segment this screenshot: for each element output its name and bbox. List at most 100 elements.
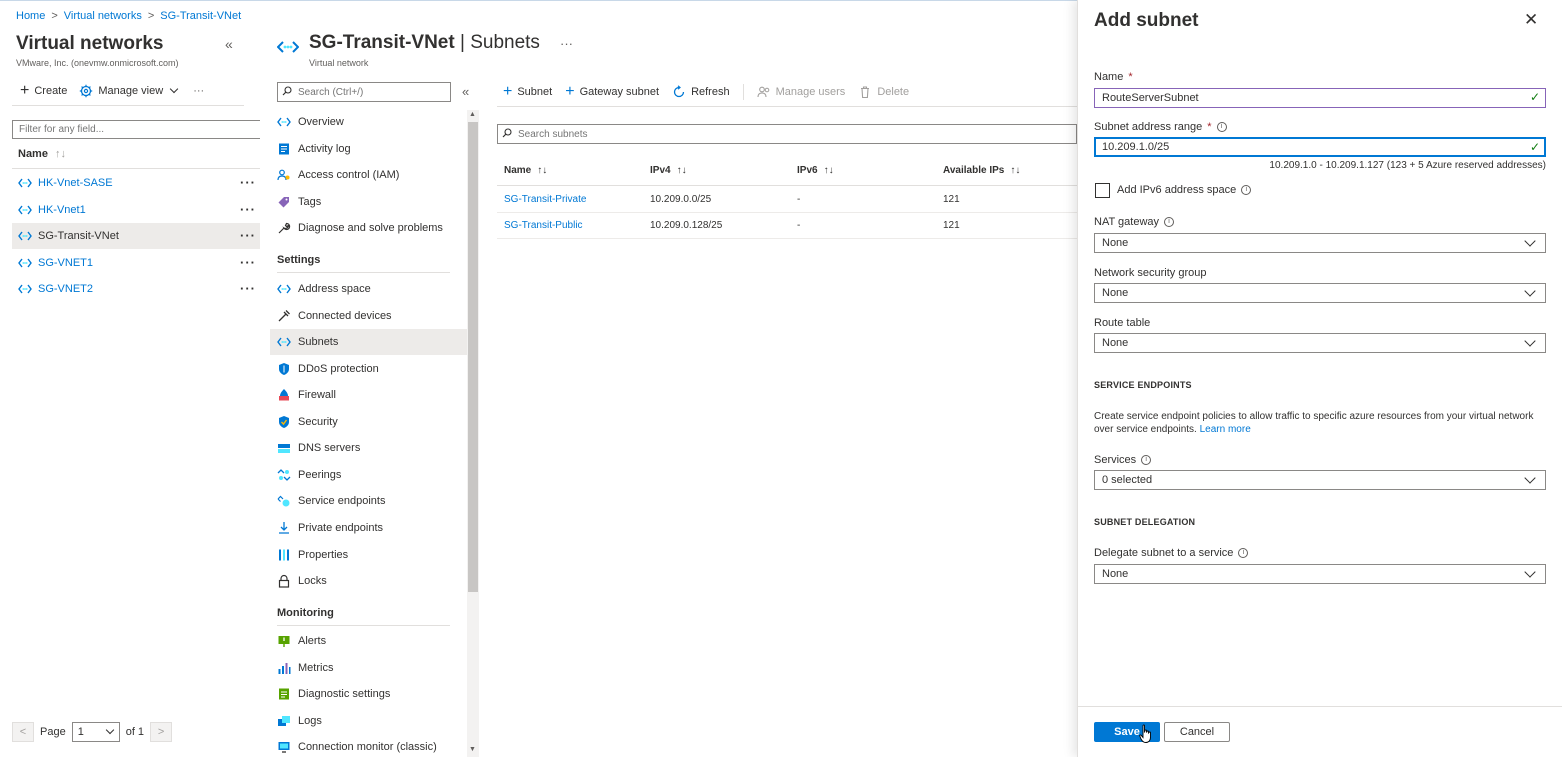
more-options-icon[interactable]: ··· bbox=[240, 281, 256, 296]
info-icon[interactable]: i bbox=[1238, 548, 1249, 558]
create-button[interactable]: + Create bbox=[20, 83, 67, 99]
more-icon[interactable]: ··· bbox=[560, 36, 573, 51]
info-icon[interactable]: i bbox=[1216, 122, 1227, 132]
close-icon[interactable]: ✕ bbox=[1524, 10, 1538, 30]
vnet-list-item[interactable]: SG-VNET2 ··· bbox=[12, 276, 260, 302]
footer-divider bbox=[1078, 706, 1562, 707]
subnet-delegation-header: SUBNET DELEGATION bbox=[1094, 517, 1196, 527]
subnet-available-ips: 121 bbox=[943, 220, 960, 231]
vnet-list-item[interactable]: SG-Transit-VNet ··· bbox=[12, 223, 260, 249]
menu-item-private-endpoints[interactable]: Private endpoints bbox=[270, 515, 467, 541]
scroll-down-icon[interactable]: ▼ bbox=[469, 746, 476, 753]
menu-item-label: Service endpoints bbox=[298, 495, 386, 508]
ipv6-checkbox[interactable] bbox=[1095, 183, 1110, 198]
menu-item-properties[interactable]: Properties bbox=[270, 542, 467, 568]
manage-view-button[interactable]: Manage view bbox=[79, 84, 181, 98]
page-select[interactable]: 1 bbox=[71, 722, 120, 742]
nsg-select[interactable]: None bbox=[1094, 283, 1546, 303]
subnet-name-input[interactable] bbox=[1094, 88, 1546, 108]
column-header-available-ips[interactable]: Available IPs ↑↓ bbox=[943, 165, 1020, 176]
refresh-button[interactable]: Refresh bbox=[672, 85, 730, 99]
nat-gateway-select[interactable]: None bbox=[1094, 233, 1546, 253]
diagnostic-icon bbox=[277, 687, 291, 701]
more-options-icon[interactable]: ··· bbox=[240, 175, 256, 190]
name-column-label: Name bbox=[18, 148, 48, 160]
manage-users-button[interactable]: Manage users bbox=[757, 85, 845, 99]
delegate-select[interactable]: None bbox=[1094, 564, 1546, 584]
menu-item-connected-devices[interactable]: Connected devices bbox=[270, 303, 467, 329]
menu-item-access-control-iam[interactable]: Access control (IAM) bbox=[270, 162, 467, 188]
menu-item-alerts[interactable]: Alerts bbox=[270, 628, 467, 654]
info-icon[interactable]: i bbox=[1164, 217, 1175, 227]
service-endpoints-description: Create service endpoint policies to allo… bbox=[1094, 410, 1544, 436]
more-options-icon[interactable]: ··· bbox=[240, 202, 256, 217]
checkmark-icon: ✓ bbox=[1530, 140, 1541, 154]
row-divider bbox=[497, 212, 1077, 213]
menu-item-label: Metrics bbox=[298, 661, 334, 674]
next-page-button[interactable]: > bbox=[150, 722, 173, 742]
menu-item-subnets[interactable]: Subnets bbox=[270, 329, 467, 356]
resource-type: Virtual network bbox=[309, 58, 369, 68]
menu-item-locks[interactable]: Locks bbox=[270, 568, 467, 594]
subnet-search-input[interactable] bbox=[497, 124, 1077, 144]
menu-search-input[interactable] bbox=[277, 82, 451, 102]
chevron-down-icon bbox=[1524, 472, 1536, 484]
name-label-text: Name bbox=[1094, 71, 1124, 83]
menu-item-dns-servers[interactable]: DNS servers bbox=[270, 435, 467, 461]
add-subnet-button[interactable]: + Subnet bbox=[503, 84, 552, 100]
menu-item-diagnostic-settings[interactable]: Diagnostic settings bbox=[270, 681, 467, 707]
services-select[interactable]: 0 selected bbox=[1094, 470, 1546, 490]
nsg-label-text: Network security group bbox=[1094, 267, 1207, 279]
menu-item-activity-log[interactable]: Activity log bbox=[270, 136, 467, 162]
vnet-list-item[interactable]: HK-Vnet-SASE ··· bbox=[12, 170, 260, 196]
info-icon[interactable]: i bbox=[1241, 185, 1252, 195]
delete-button[interactable]: Delete bbox=[858, 85, 909, 99]
menu-item-connection-monitor-classic[interactable]: Connection monitor (classic) bbox=[270, 734, 467, 757]
name-label: Name * bbox=[1094, 71, 1133, 83]
breadcrumb-home[interactable]: Home bbox=[16, 10, 45, 22]
collapse-menu-icon[interactable]: « bbox=[462, 84, 469, 99]
menu-item-ddos-protection[interactable]: DDoS protection bbox=[270, 356, 467, 382]
menu-item-logs[interactable]: Logs bbox=[270, 708, 467, 734]
info-icon[interactable]: i bbox=[1141, 455, 1152, 465]
title-separator: | bbox=[454, 32, 471, 53]
subnet-name-link[interactable]: SG-Transit-Private bbox=[504, 194, 586, 205]
menu-item-service-endpoints[interactable]: Service endpoints bbox=[270, 488, 467, 514]
subnet-address-range-input[interactable] bbox=[1094, 137, 1546, 157]
menu-item-overview[interactable]: Overview bbox=[270, 109, 467, 135]
route-table-select[interactable]: None bbox=[1094, 333, 1546, 353]
menu-item-label: Logs bbox=[298, 714, 322, 727]
more-options-icon[interactable]: ··· bbox=[240, 255, 256, 270]
menu-item-peerings[interactable]: Peerings bbox=[270, 462, 467, 488]
vnet-list-item[interactable]: SG-VNET1 ··· bbox=[12, 250, 260, 276]
more-options-icon[interactable]: ··· bbox=[240, 228, 256, 243]
menu-item-tags[interactable]: Tags bbox=[270, 189, 467, 215]
name-column-header[interactable]: Name ↑↓ bbox=[18, 148, 66, 160]
breadcrumb-virtual-networks[interactable]: Virtual networks bbox=[64, 10, 142, 22]
cancel-button[interactable]: Cancel bbox=[1164, 722, 1230, 742]
subnet-name-link[interactable]: SG-Transit-Public bbox=[504, 220, 583, 231]
menu-item-label: Tags bbox=[298, 195, 322, 208]
menu-item-address-space[interactable]: Address space bbox=[270, 276, 467, 302]
vnet-list-item[interactable]: HK-Vnet1 ··· bbox=[12, 197, 260, 223]
menu-item-diagnose-and-solve-problems[interactable]: Diagnose and solve problems bbox=[270, 215, 467, 241]
previous-page-button[interactable]: < bbox=[12, 722, 34, 742]
firewall-icon bbox=[277, 388, 291, 402]
delete-label: Delete bbox=[877, 86, 910, 98]
add-gateway-subnet-button[interactable]: + Gateway subnet bbox=[565, 84, 659, 100]
learn-more-link[interactable]: Learn more bbox=[1200, 424, 1251, 435]
filter-input[interactable] bbox=[12, 120, 262, 139]
menu-scrollbar-thumb[interactable] bbox=[468, 122, 478, 592]
breadcrumb-vnet[interactable]: SG-Transit-VNet bbox=[160, 10, 241, 22]
column-header-ipv4[interactable]: IPv4 ↑↓ bbox=[650, 165, 687, 176]
column-header-ipv6[interactable]: IPv6 ↑↓ bbox=[797, 165, 834, 176]
required-marker: * bbox=[1207, 121, 1212, 133]
scroll-up-icon[interactable]: ▲ bbox=[469, 111, 476, 118]
menu-item-security[interactable]: Security bbox=[270, 409, 467, 435]
collapse-left-icon[interactable]: « bbox=[225, 36, 233, 52]
column-header-name[interactable]: Name ↑↓ bbox=[504, 165, 547, 176]
menu-item-metrics[interactable]: Metrics bbox=[270, 655, 467, 681]
menu-item-firewall[interactable]: Firewall bbox=[270, 382, 467, 408]
search-icon bbox=[502, 128, 512, 141]
more-actions-button[interactable]: ··· bbox=[193, 85, 204, 97]
